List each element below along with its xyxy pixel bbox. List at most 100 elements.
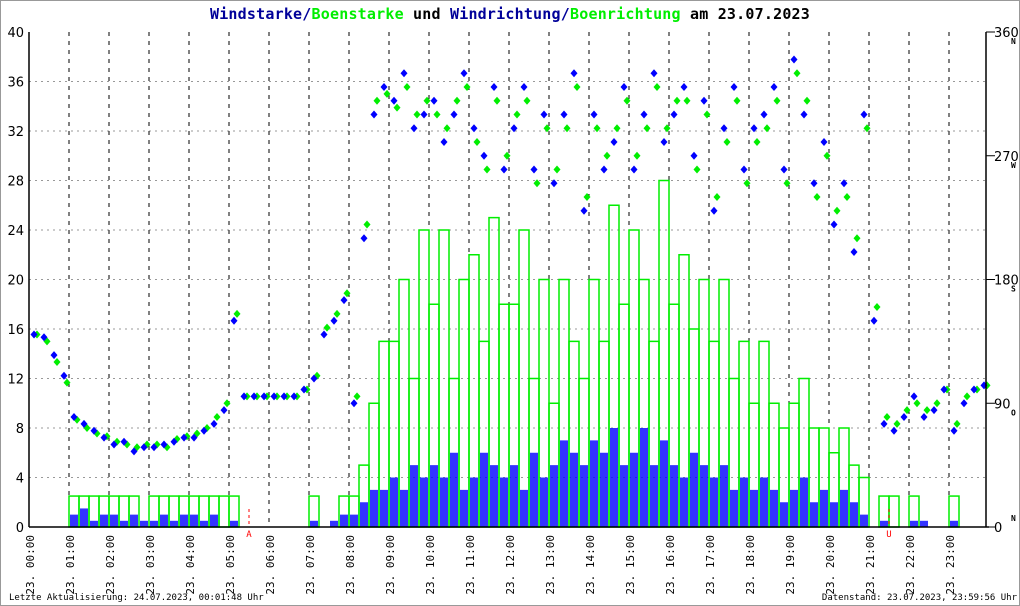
wind-direction-point [700,96,708,105]
chart-window: Windstarke/Boenstarke und Windrichtung/B… [0,0,1020,606]
gust-direction-point [353,392,361,401]
speed-bar [480,452,488,527]
gust-direction-point [553,165,561,174]
speed-bar [610,428,618,527]
x-tick-label: 23. 03:00 [144,535,157,595]
x-tick-label: 23. 05:00 [224,535,237,595]
speed-bar [310,520,318,527]
wind-direction-point [790,55,798,64]
speed-bar [750,489,758,527]
wind-direction-point [860,110,868,119]
gust-direction-point [923,406,931,415]
speed-bar [860,514,868,527]
speed-bar [690,452,698,527]
wind-direction-point [210,419,218,428]
x-tick-label: 23. 08:00 [344,535,357,595]
y-tick-label: 32 [7,125,24,140]
x-tick-label: 23. 02:00 [104,535,117,595]
last-update: Letzte Aktualisierung: 24.07.2023, 00:01… [9,593,264,603]
speed-bar [730,489,738,527]
speed-bar [160,514,168,527]
speed-bar [120,520,128,527]
speed-bar [370,489,378,527]
gust-direction-point [233,309,241,318]
speed-bar [530,452,538,527]
gust-direction-point [493,96,501,105]
speed-bar [90,520,98,527]
wind-direction-point [830,220,838,229]
speed-bar [580,465,588,527]
y-tick-label: 8 [16,422,24,437]
gust-direction-point [703,110,711,119]
wind-direction-point [570,69,578,78]
speed-bar [500,477,508,527]
speed-bar [70,514,78,527]
compass-label: S [1011,285,1016,294]
wind-direction-point [780,165,788,174]
speed-bar [770,489,778,527]
x-tick-label: 23. 13:00 [544,535,557,595]
gust-direction-point [693,165,701,174]
y-tick-label: 12 [7,373,24,388]
x-tick-label: 23. 19:00 [784,535,797,595]
speed-bar [350,514,358,527]
speed-bar [200,520,208,527]
chart-svg: 0 4 8 12 16 20 24 28 32 36 40 23. 00:00 23. 01:00 23.… [7,26,1018,595]
gust-direction-point [803,96,811,105]
y-tick-label: 36 [7,76,24,91]
speed-bar [450,452,458,527]
x-tick-label: 23. 12:00 [504,535,517,595]
speed-bar [540,477,548,527]
gust-direction-point [833,206,841,215]
gust-direction-point [453,96,461,105]
gust-direction-point [473,138,481,146]
gust-direction-point [953,419,961,428]
speed-bar [640,428,648,527]
speed-bar [840,489,848,527]
speed-bar [790,489,798,527]
wind-direction-point [410,124,418,133]
wind-direction-point [50,351,58,360]
y-tick-label: 0 [16,521,24,536]
speed-bar [700,465,708,527]
x-tick-label: 23. 01:00 [64,535,77,595]
speed-bar [440,477,448,527]
wind-direction-point [730,83,738,91]
speed-bar [80,508,88,527]
wind-direction-point [900,413,908,421]
wind-direction-point [930,406,938,415]
speed-bar [230,520,238,527]
speed-bar [100,514,108,527]
speed-bar [710,477,718,527]
wind-direction-point [640,110,648,119]
wind-direction-point [590,110,598,119]
speed-bar [560,440,568,527]
gust-direction-point [933,399,941,408]
speed-bar [570,452,578,527]
speed-bar [390,477,398,527]
speed-bar [720,465,728,527]
speed-bar [670,465,678,527]
gust-direction-point [873,303,881,311]
wind-direction-point [890,426,898,435]
wind-direction-point [710,206,718,215]
x-tick-label: 23. 06:00 [264,535,277,595]
gust-direction-point [653,83,661,91]
speed-bar [880,520,888,527]
gust-direction-point [373,96,381,105]
wind-direction-point [220,406,228,415]
wind-direction-point [580,206,588,215]
wind-direction-point [960,399,968,408]
speed-bar [380,489,388,527]
speed-bar [210,514,218,527]
gust-direction-point [513,110,521,119]
wind-direction-point [360,234,368,243]
gust-direction-point [223,399,231,408]
gust-direction-point [613,124,621,133]
wind-direction-point [420,110,428,119]
gust-direction-point [763,124,771,133]
speed-bar [520,489,528,527]
wind-direction-point [600,165,608,174]
x-tick-label: 23. 22:00 [904,535,917,595]
y-tick-label: 40 [7,26,24,41]
